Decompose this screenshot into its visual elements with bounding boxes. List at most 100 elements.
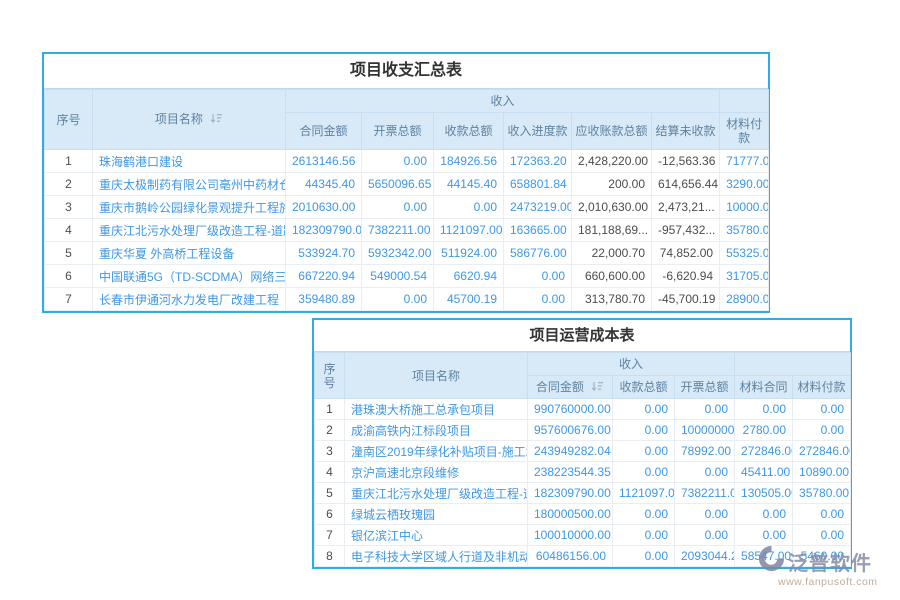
col-header-material-contract: 材料合同 bbox=[735, 376, 793, 399]
amount-cell: 2,473,21... bbox=[652, 196, 720, 219]
amount-cell: 0.00 bbox=[362, 150, 434, 173]
vendor-watermark: 泛普软件 www.fanpusoft.com bbox=[758, 545, 898, 588]
amount-cell: 55325.00 bbox=[720, 242, 769, 265]
project-name-link[interactable]: 长春市伊通河水力发电厂改建工程 bbox=[93, 288, 286, 311]
group-header-income: 收入 bbox=[528, 353, 735, 376]
amount-cell: 180000500.00 bbox=[528, 504, 613, 525]
amount-cell: 0.00 bbox=[675, 525, 735, 546]
amount-cell: 0.00 bbox=[613, 504, 675, 525]
amount-cell: 667220.94 bbox=[286, 265, 362, 288]
table-row: 4京沪高速北京段维修238223544.350.000.0045411.0010… bbox=[315, 462, 851, 483]
row-index-cell: 5 bbox=[315, 483, 345, 504]
amount-cell: 0.00 bbox=[735, 399, 793, 420]
amount-cell: -45,700.19 bbox=[652, 288, 720, 311]
sort-icon bbox=[210, 113, 223, 127]
col-header-material-payment: 材料付款 bbox=[793, 376, 851, 399]
summary-table: 序号 项目名称 收入 合同金额 开 bbox=[44, 89, 769, 311]
col-header-contract-amount: 合同金额 bbox=[286, 113, 362, 150]
table-row: 3重庆市鹅岭公园绿化景观提升工程施工2010630.000.000.002473… bbox=[45, 196, 769, 219]
table-title: 项目运营成本表 bbox=[314, 320, 850, 352]
project-name-link[interactable]: 重庆太极制药有限公司亳州中药材仓储物流 bbox=[93, 173, 286, 196]
row-index-cell: 6 bbox=[45, 265, 93, 288]
amount-cell: 44345.40 bbox=[286, 173, 362, 196]
amount-cell: 614,656.44 bbox=[652, 173, 720, 196]
col-header-contract-amount-sortable[interactable]: 合同金额 bbox=[528, 376, 613, 399]
table-title: 项目收支汇总表 bbox=[44, 54, 768, 89]
row-index-cell: 1 bbox=[45, 150, 93, 173]
amount-cell: 313,780.70 bbox=[572, 288, 652, 311]
row-index-cell: 7 bbox=[45, 288, 93, 311]
amount-cell: 243949282.04 bbox=[528, 441, 613, 462]
amount-cell: 658801.84 bbox=[504, 173, 572, 196]
amount-cell: 1121097.00 bbox=[434, 219, 504, 242]
amount-cell: 2093044.22 bbox=[675, 546, 735, 567]
amount-cell: 35780.00 bbox=[793, 483, 851, 504]
table-row: 7银亿滨江中心100010000.000.000.000.000.00 bbox=[315, 525, 851, 546]
project-name-link[interactable]: 京沪高速北京段维修 bbox=[345, 462, 528, 483]
table-row: 7长春市伊通河水力发电厂改建工程359480.890.0045700.190.0… bbox=[45, 288, 769, 311]
amount-cell: 35780.00 bbox=[720, 219, 769, 242]
income-expense-summary-table: 项目收支汇总表 序号 项目名称 bbox=[42, 52, 770, 313]
amount-cell: 182309790.00 bbox=[528, 483, 613, 504]
table-row: 4重庆江北污水处理厂级改造工程-道路修复工182309790.007382211… bbox=[45, 219, 769, 242]
amount-cell: 0.00 bbox=[362, 288, 434, 311]
col-header-income-progress: 收入进度款 bbox=[504, 113, 572, 150]
amount-cell: 2613146.56 bbox=[286, 150, 362, 173]
amount-cell: 31705.00 bbox=[720, 265, 769, 288]
project-name-link[interactable]: 潼南区2019年绿化补贴项目-施工2标段 bbox=[345, 441, 528, 462]
project-name-link[interactable]: 港珠澳大桥施工总承包项目 bbox=[345, 399, 528, 420]
amount-cell: 181,188,69... bbox=[572, 219, 652, 242]
row-index-cell: 3 bbox=[315, 441, 345, 462]
row-index-cell: 3 bbox=[45, 196, 93, 219]
amount-cell: 549000.54 bbox=[362, 265, 434, 288]
amount-cell: 78992.00 bbox=[675, 441, 735, 462]
amount-cell: 0.00 bbox=[504, 265, 572, 288]
col-header-settle-unreceived: 结算未收款 bbox=[652, 113, 720, 150]
amount-cell: 200.00 bbox=[572, 173, 652, 196]
amount-cell: 10000000.00 bbox=[675, 420, 735, 441]
project-name-link[interactable]: 重庆华夏 外高桥工程设备 bbox=[93, 242, 286, 265]
amount-cell: 7382211.00 bbox=[362, 219, 434, 242]
project-name-link[interactable]: 重庆市鹅岭公园绿化景观提升工程施工 bbox=[93, 196, 286, 219]
project-name-link[interactable]: 电子科技大学区域人行道及非机动车道工 bbox=[345, 546, 528, 567]
amount-cell: 7382211.00 bbox=[675, 483, 735, 504]
amount-cell: 2,428,220.00 bbox=[572, 150, 652, 173]
amount-cell: 5650096.65 bbox=[362, 173, 434, 196]
col-header-received-total: 收款总额 bbox=[613, 376, 675, 399]
group-header-empty bbox=[735, 353, 851, 376]
amount-cell: 74,852.00 bbox=[652, 242, 720, 265]
amount-cell: -12,563.36 bbox=[652, 150, 720, 173]
amount-cell: 0.00 bbox=[793, 504, 851, 525]
table-row: 2成渝高铁内江标段项目957600676.000.0010000000.0027… bbox=[315, 420, 851, 441]
amount-cell: 45700.19 bbox=[434, 288, 504, 311]
amount-cell: 533924.70 bbox=[286, 242, 362, 265]
amount-cell: 0.00 bbox=[675, 462, 735, 483]
amount-cell: 0.00 bbox=[793, 525, 851, 546]
project-name-link[interactable]: 重庆江北污水处理厂级改造工程-道路修复工 bbox=[93, 219, 286, 242]
sort-icon bbox=[591, 381, 604, 395]
amount-cell: 0.00 bbox=[793, 420, 851, 441]
amount-cell: 45411.00 bbox=[735, 462, 793, 483]
project-name-link[interactable]: 中国联通5G（TD-SCDMA）网络三期四川工 bbox=[93, 265, 286, 288]
summary-table-body: 1珠海鹤港口建设2613146.560.00184926.56172363.20… bbox=[45, 150, 769, 311]
project-name-link[interactable]: 重庆江北污水处理厂级改造工程-道路修复 bbox=[345, 483, 528, 504]
amount-cell: 0.00 bbox=[504, 288, 572, 311]
col-header-invoice-total: 开票总额 bbox=[362, 113, 434, 150]
amount-cell: 6620.94 bbox=[434, 265, 504, 288]
row-index-cell: 2 bbox=[315, 420, 345, 441]
project-name-link[interactable]: 绿城云栖玫瑰园 bbox=[345, 504, 528, 525]
amount-cell: 2010630.00 bbox=[286, 196, 362, 219]
table-row: 6中国联通5G（TD-SCDMA）网络三期四川工667220.94549000.… bbox=[45, 265, 769, 288]
amount-cell: 182309790.00 bbox=[286, 219, 362, 242]
operating-cost-table: 项目运营成本表 序号 项目名称 收入 合同金额 bbox=[312, 318, 852, 569]
row-index-cell: 5 bbox=[45, 242, 93, 265]
col-header-invoice-total: 开票总额 bbox=[675, 376, 735, 399]
project-name-link[interactable]: 珠海鹤港口建设 bbox=[93, 150, 286, 173]
project-name-link[interactable]: 成渝高铁内江标段项目 bbox=[345, 420, 528, 441]
amount-cell: 2780.00 bbox=[735, 420, 793, 441]
project-name-link[interactable]: 银亿滨江中心 bbox=[345, 525, 528, 546]
col-header-project-sortable[interactable]: 项目名称 bbox=[93, 90, 286, 150]
amount-cell: 22,000.70 bbox=[572, 242, 652, 265]
col-header-received-total: 收款总额 bbox=[434, 113, 504, 150]
fanpu-logo-icon bbox=[758, 545, 785, 577]
